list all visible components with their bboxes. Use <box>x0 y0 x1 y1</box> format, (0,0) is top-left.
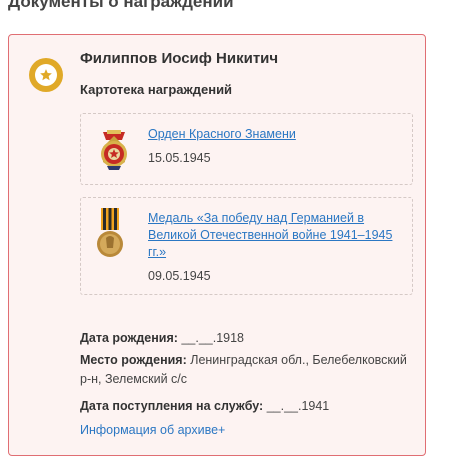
victory-medal-icon <box>95 208 125 267</box>
service-date-value: __.__.1941 <box>266 399 330 413</box>
award-item: Медаль «За победу над Германией в Велико… <box>80 197 413 295</box>
section-title: Документы о награждении <box>8 0 234 11</box>
award-date: 09.05.1945 <box>148 269 211 283</box>
birth-place: Место рождения: Ленинградская обл., Беле… <box>80 351 410 389</box>
archive-info-link[interactable]: Информация об архиве+ <box>80 421 225 440</box>
person-name: Филиппов Иосиф Никитич <box>80 50 279 67</box>
birth-date-value: __.__.1918 <box>181 331 244 345</box>
star-medal-icon <box>29 58 63 92</box>
birth-place-label: Место рождения: <box>80 353 187 367</box>
record-type-heading: Картотека награждений <box>80 82 233 97</box>
award-link-victory-medal[interactable]: Медаль «За победу над Германией в Велико… <box>148 210 398 261</box>
birth-date-label: Дата рождения: <box>80 331 178 345</box>
service-date-label: Дата поступления на службу: <box>80 399 264 413</box>
order-red-banner-icon <box>95 126 133 177</box>
birth-date: Дата рождения: __.__.1918 <box>80 329 410 348</box>
award-item: Орден Красного Знамени 15.05.1945 <box>80 113 413 185</box>
award-record-card: Филиппов Иосиф Никитич Картотека награжд… <box>8 34 426 456</box>
award-date: 15.05.1945 <box>148 151 211 165</box>
service-date: Дата поступления на службу: __.__.1941 <box>80 397 410 416</box>
award-link-order-red-banner[interactable]: Орден Красного Знамени <box>148 126 398 143</box>
